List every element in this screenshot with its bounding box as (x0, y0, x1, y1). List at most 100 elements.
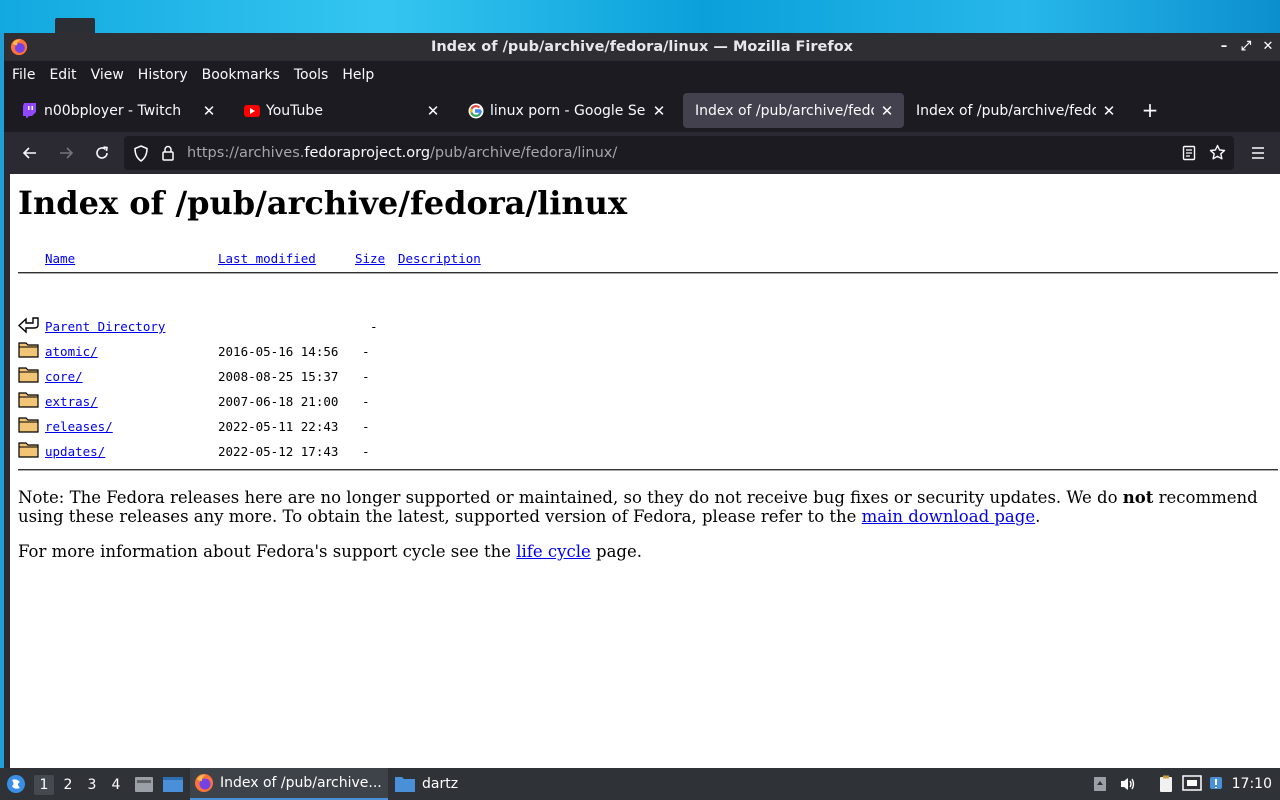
menu-tools[interactable]: Tools (294, 67, 329, 83)
menu-history[interactable]: History (138, 67, 188, 83)
url-text[interactable]: https://archives.fedoraproject.org/pub/a… (187, 145, 617, 161)
menu-edit[interactable]: Edit (49, 67, 76, 83)
close-tab-icon[interactable]: ✕ (650, 102, 668, 120)
reload-icon[interactable] (92, 143, 112, 163)
back-arrow-icon (18, 317, 39, 334)
tab-twitch[interactable]: n00bployer - Twitch ✕ (10, 93, 226, 128)
close-tab-icon[interactable]: ✕ (1100, 102, 1118, 120)
list-item: Parent Directory - (18, 314, 618, 338)
list-item: updates/ 2022-05-12 17:43 - (18, 439, 618, 463)
notification-up-icon[interactable] (1090, 774, 1110, 794)
entry-size: - (362, 369, 370, 384)
tab-index[interactable]: Index of /pub/archive/fedora ✕ (904, 93, 1126, 128)
tab-youtube[interactable]: YouTube ✕ (232, 93, 450, 128)
title-bar: Index of /pub/archive/fedora/linux — Moz… (4, 33, 1280, 60)
clock: 17:10 (1231, 776, 1272, 792)
workspace-3[interactable]: 3 (82, 775, 102, 795)
folder-icon (18, 392, 39, 408)
entry-date: 2008-08-25 15:37 (218, 369, 339, 384)
divider (18, 272, 1278, 274)
tab-label: linux porn - Google Search (490, 102, 646, 119)
folder-icon (18, 367, 39, 383)
entry-link[interactable]: core/ (45, 369, 83, 384)
page-content: Index of /pub/archive/fedora/linux Name … (10, 174, 1280, 768)
deprecation-note: Note: The Fedora releases here are no lo… (18, 488, 1258, 526)
column-header-size[interactable]: Size (355, 251, 385, 266)
tab-label: YouTube (266, 102, 323, 119)
minimize-button[interactable]: – (1216, 37, 1232, 55)
forward-arrow-icon[interactable] (56, 143, 76, 163)
tab-label: Index of /pub/archive/fedora (695, 102, 874, 119)
menu-view[interactable]: View (91, 67, 124, 83)
start-menu-icon[interactable] (6, 774, 26, 798)
workspace-2[interactable]: 2 (58, 775, 78, 795)
folder-icon (18, 342, 39, 358)
entry-link[interactable]: updates/ (45, 444, 105, 459)
entry-date: 2022-05-12 17:43 (218, 444, 339, 459)
maximize-button[interactable]: ⤢ (1238, 37, 1254, 55)
menu-file[interactable]: File (12, 67, 35, 83)
google-icon (468, 103, 484, 119)
entry-size: - (362, 344, 370, 359)
task-label: Index of /pub/archive... (220, 775, 382, 791)
column-header-description[interactable]: Description (398, 251, 481, 266)
reader-view-icon[interactable] (1182, 145, 1196, 165)
tab-google-search[interactable]: linux porn - Google Search ✕ (456, 93, 676, 128)
desktop-panel-handle (55, 18, 95, 33)
tab-label: n00bployer - Twitch (44, 102, 182, 119)
bookmark-star-icon[interactable] (1209, 144, 1226, 165)
close-tab-icon[interactable]: ✕ (878, 102, 896, 120)
folder-icon (395, 777, 415, 792)
workspace-1[interactable]: 1 (34, 775, 54, 795)
show-desktop-icon[interactable] (162, 774, 184, 798)
clipboard-icon[interactable] (1156, 774, 1176, 794)
entry-link[interactable]: atomic/ (45, 344, 98, 359)
firefox-logo-icon (10, 38, 28, 56)
firefox-logo-icon (195, 774, 213, 792)
network-icon[interactable] (1182, 774, 1202, 794)
task-dartz[interactable]: dartz (392, 768, 472, 800)
close-tab-icon[interactable]: ✕ (424, 102, 442, 120)
folder-icon (18, 442, 39, 458)
list-item: extras/ 2007-06-18 21:00 - (18, 389, 618, 413)
entry-size: - (370, 319, 378, 334)
entry-size: - (362, 394, 370, 409)
file-manager-icon[interactable] (134, 774, 154, 798)
desktop-wallpaper (0, 0, 1280, 33)
page-heading: Index of /pub/archive/fedora/linux (18, 184, 628, 222)
workspace-4[interactable]: 4 (106, 775, 126, 795)
list-item: core/ 2008-08-25 15:37 - (18, 364, 618, 388)
column-header-name[interactable]: Name (45, 251, 75, 266)
list-item: releases/ 2022-05-11 22:43 - (18, 414, 618, 438)
task-firefox[interactable]: Index of /pub/archive... (190, 768, 388, 800)
shield-icon[interactable] (133, 145, 149, 166)
column-header-last-modified[interactable]: Last modified (218, 251, 316, 266)
close-window-button[interactable]: ✕ (1260, 37, 1276, 55)
volume-icon[interactable] (1118, 774, 1138, 794)
life-cycle-link[interactable]: life cycle (516, 542, 591, 561)
entry-date: 2022-05-11 22:43 (218, 419, 339, 434)
navigation-toolbar: https://archives.fedoraproject.org/pub/a… (4, 132, 1280, 174)
back-arrow-icon[interactable] (20, 143, 40, 163)
entry-link[interactable]: Parent Directory (45, 319, 165, 334)
menu-bookmarks[interactable]: Bookmarks (202, 67, 280, 83)
main-download-page-link[interactable]: main download page (862, 507, 1035, 526)
entry-link[interactable]: extras/ (45, 394, 98, 409)
new-tab-button[interactable]: + (1140, 100, 1160, 120)
youtube-icon (244, 103, 260, 119)
entry-date: 2007-06-18 21:00 (218, 394, 339, 409)
lock-icon[interactable] (161, 145, 175, 165)
entry-size: - (362, 419, 370, 434)
hamburger-menu-icon[interactable] (1248, 143, 1268, 163)
task-label: dartz (422, 776, 459, 792)
url-bar[interactable]: https://archives.fedoraproject.org/pub/a… (124, 136, 1234, 170)
close-tab-icon[interactable]: ✕ (200, 102, 218, 120)
list-item: atomic/ 2016-05-16 14:56 - (18, 339, 618, 363)
twitch-icon (22, 103, 38, 119)
divider (18, 469, 1278, 471)
tab-index-active[interactable]: Index of /pub/archive/fedora ✕ (683, 93, 904, 128)
menu-help[interactable]: Help (342, 67, 374, 83)
updates-notifier-icon[interactable] (1206, 774, 1226, 794)
taskbar: 1 2 3 4 Index of /pub/archive... dartz 1… (0, 768, 1280, 800)
entry-link[interactable]: releases/ (45, 419, 113, 434)
